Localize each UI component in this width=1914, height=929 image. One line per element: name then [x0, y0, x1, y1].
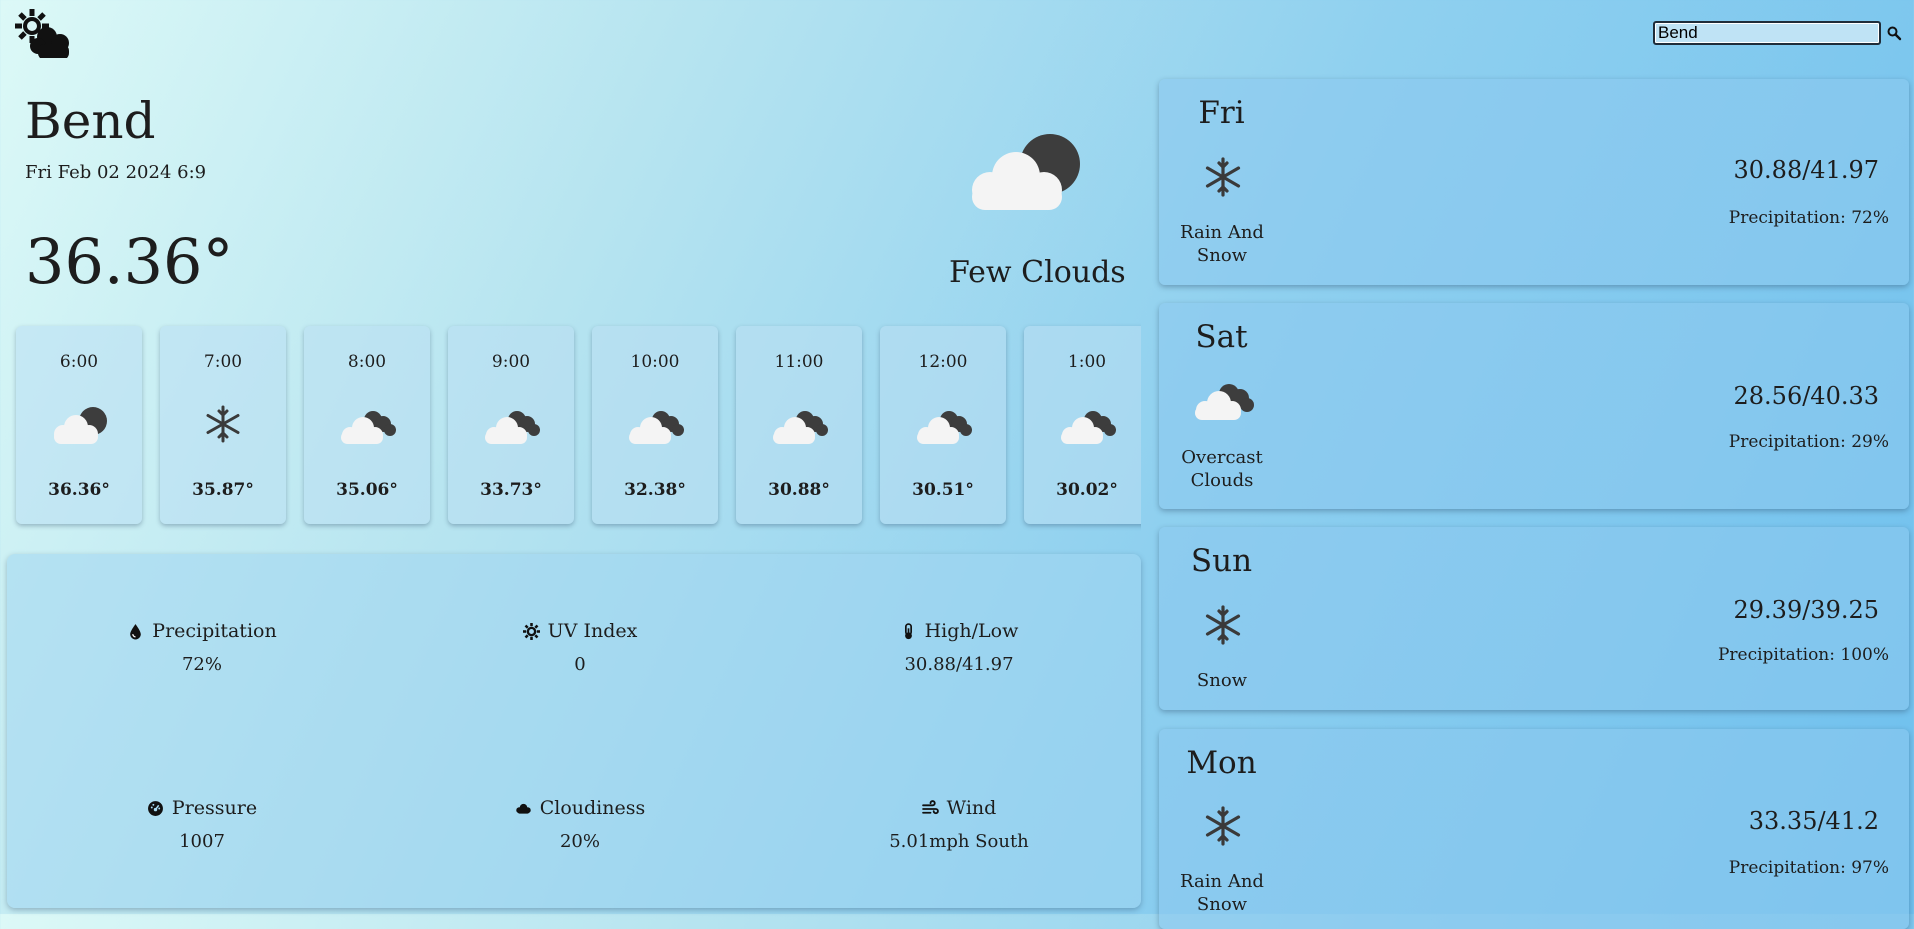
hourly-card: 1:00 30.02° — [1024, 326, 1141, 524]
snowflake-icon — [1205, 806, 1241, 846]
detail-value: 1007 — [179, 831, 225, 852]
day-name: Sun — [1190, 543, 1253, 579]
day-description-line: Snow — [1196, 670, 1248, 691]
hour-time: 9:00 — [491, 352, 531, 372]
overcast-clouds-icon — [485, 411, 540, 444]
overcast-clouds-icon — [917, 411, 972, 444]
detail-precipitation: Precipitation 72% — [72, 620, 332, 675]
hour-temperature: 35.87° — [192, 480, 254, 500]
detail-label: UV Index — [547, 620, 638, 642]
overcast-clouds-icon — [1195, 384, 1254, 420]
hourly-forecast: 6:00 36.36° 7:00 35.87° 8:00 35.06° 9:00 — [0, 318, 1141, 538]
hourly-card: 10:00 32.38° — [592, 326, 718, 524]
day-description-line: Overcast — [1181, 447, 1263, 468]
hour-temperature: 30.51° — [912, 480, 974, 500]
hourly-card: 6:00 36.36° — [16, 326, 142, 524]
detail-label: High/Low — [924, 620, 1019, 642]
hour-temperature: 30.02° — [1056, 480, 1118, 500]
snowflake-icon — [206, 405, 240, 443]
hour-temperature: 32.38° — [624, 480, 686, 500]
hour-time: 11:00 — [774, 352, 824, 372]
hour-temperature: 33.73° — [480, 480, 542, 500]
day-description-line: Snow — [1196, 245, 1248, 266]
search-input[interactable] — [1653, 21, 1881, 45]
app-logo-icon — [15, 9, 69, 58]
overcast-clouds-icon — [1061, 411, 1116, 444]
weather-details-panel: Precipitation 72% UV Index 0 High/Low 30… — [7, 554, 1141, 908]
day-description: Overcast Clouds — [1159, 446, 1285, 492]
day-temperature: 28.56/40.33 — [1733, 382, 1880, 410]
snowflake-icon — [1205, 605, 1241, 645]
daily-card-mon: Mon Rain And Snow 33.35/41.2 Precipitati… — [1159, 729, 1909, 929]
hourly-card: 8:00 35.06° — [304, 326, 430, 524]
detail-value: 30.88/41.97 — [904, 654, 1014, 675]
detail-value: 0 — [574, 654, 586, 675]
daily-card-sat: Sat Overcast Clouds 28.56/40.33 Precipit… — [1159, 303, 1909, 509]
day-temperature: 29.39/39.25 — [1733, 596, 1880, 624]
day-description-line: Rain And — [1180, 222, 1264, 243]
overcast-clouds-icon — [773, 411, 828, 444]
day-name: Mon — [1186, 745, 1257, 781]
day-precipitation: Precipitation: 100% — [1717, 645, 1889, 665]
detail-pressure: Pressure 1007 — [72, 797, 332, 852]
detail-label: Cloudiness — [539, 797, 646, 819]
detail-uv-index: UV Index 0 — [450, 620, 710, 675]
detail-wind: Wind 5.01mph South — [829, 797, 1089, 852]
gauge-icon — [147, 800, 163, 816]
current-datetime: Fri Feb 02 2024 6:9 — [25, 162, 207, 183]
search-bar — [1653, 21, 1902, 45]
current-temperature: 36.36° — [25, 225, 234, 298]
hourly-card: 12:00 30.51° — [880, 326, 1006, 524]
few-clouds-night-icon — [972, 134, 1080, 210]
cloud-icon — [516, 803, 531, 814]
daily-card-fri: Fri Rain And Snow 30.88/41.97 Precipitat… — [1159, 79, 1909, 285]
hour-time: 8:00 — [347, 352, 387, 372]
detail-cloudiness: Cloudiness 20% — [450, 797, 710, 852]
detail-label: Precipitation — [152, 620, 277, 642]
daily-card-sun: Sun Snow 29.39/39.25 Precipitation: 100% — [1159, 527, 1909, 710]
sun-icon — [522, 622, 540, 640]
day-temperature: 33.35/41.2 — [1748, 807, 1879, 835]
hourly-card: 11:00 30.88° — [736, 326, 862, 524]
hourly-card: 9:00 33.73° — [448, 326, 574, 524]
detail-label: Pressure — [171, 797, 258, 819]
current-description: Few Clouds — [949, 255, 1126, 290]
few-clouds-night-icon — [54, 407, 107, 444]
day-description-line: Rain And — [1180, 871, 1264, 892]
wind-icon — [921, 799, 939, 814]
day-name: Fri — [1198, 95, 1245, 131]
day-description: Rain And Snow — [1159, 221, 1285, 267]
day-description-line: Clouds — [1190, 470, 1254, 491]
hour-time: 7:00 — [203, 352, 243, 372]
city-name: Bend — [25, 92, 156, 150]
hour-time: 1:00 — [1067, 352, 1107, 372]
hour-time: 10:00 — [630, 352, 680, 372]
detail-high-low: High/Low 30.88/41.97 — [829, 620, 1089, 675]
water-drop-icon — [130, 623, 142, 639]
hour-temperature: 36.36° — [48, 480, 110, 500]
day-precipitation: Precipitation: 97% — [1728, 858, 1889, 878]
day-precipitation: Precipitation: 72% — [1728, 208, 1889, 228]
hourly-card: 7:00 35.87° — [160, 326, 286, 524]
detail-value: 5.01mph South — [889, 831, 1029, 852]
snowflake-icon — [1205, 157, 1241, 197]
thermometer-icon — [904, 622, 912, 639]
detail-value: 20% — [559, 831, 600, 852]
day-description-line: Snow — [1196, 894, 1248, 915]
hour-time: 12:00 — [918, 352, 968, 372]
day-temperature: 30.88/41.97 — [1733, 156, 1880, 184]
hour-time: 6:00 — [59, 352, 99, 372]
day-precipitation: Precipitation: 29% — [1728, 432, 1889, 452]
day-description: Snow — [1159, 669, 1285, 692]
search-icon[interactable] — [1886, 25, 1902, 41]
overcast-clouds-icon — [341, 411, 396, 444]
hour-temperature: 35.06° — [336, 480, 398, 500]
detail-label: Wind — [946, 797, 997, 819]
detail-value: 72% — [181, 654, 222, 675]
day-description: Rain And Snow — [1159, 870, 1285, 916]
day-name: Sat — [1195, 319, 1248, 355]
overcast-clouds-icon — [629, 411, 684, 444]
hour-temperature: 30.88° — [768, 480, 830, 500]
